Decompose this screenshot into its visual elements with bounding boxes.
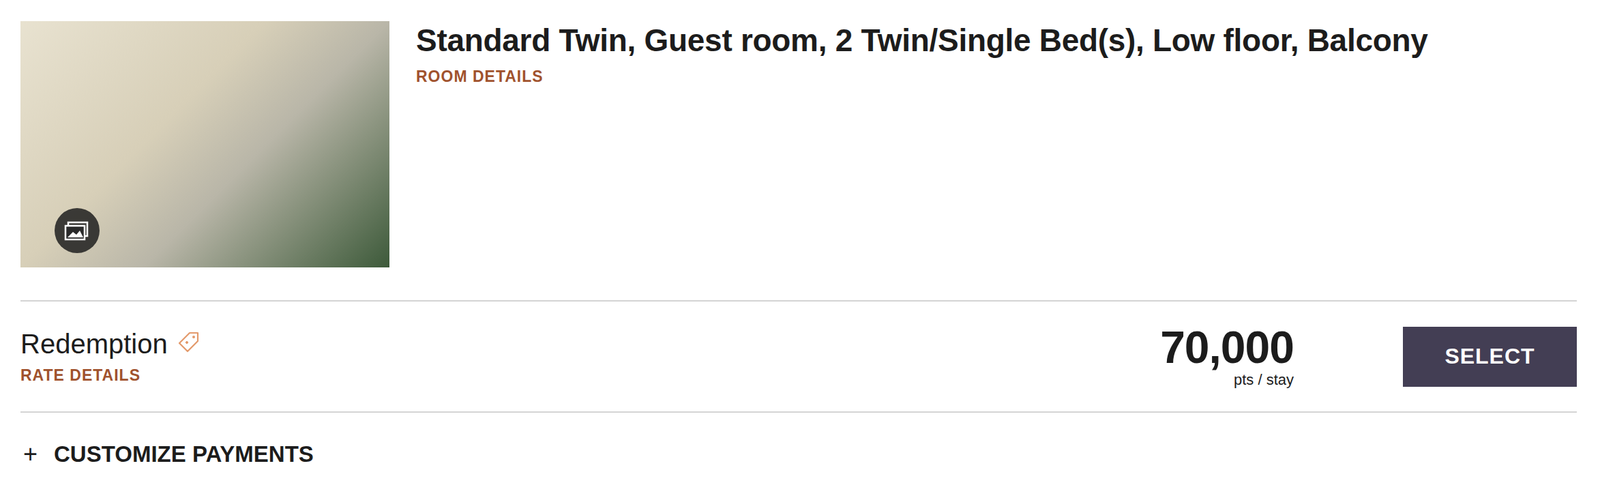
- price-unit: pts / stay: [1233, 371, 1294, 389]
- rate-details-link[interactable]: RATE DETAILS: [20, 366, 1161, 385]
- rate-name: Redemption: [20, 328, 168, 360]
- price-amount: 70,000: [1160, 323, 1294, 372]
- customize-payments[interactable]: + CUSTOMIZE PAYMENTS: [20, 412, 1577, 469]
- rate-row: Redemption RATE DETAILS70,000pts / stay SE…: [20, 301, 1577, 412]
- rate-name-row: Redemption: [20, 328, 1161, 360]
- tag-icon: [177, 328, 201, 360]
- room-card: Standard Twin, Guest room, 2 Twin/Single…: [0, 0, 1600, 469]
- customize-label[interactable]: CUSTOMIZE PAYMENTS: [53, 441, 314, 468]
- select-button[interactable]: SELECT: [1402, 326, 1577, 387]
- room-title: Standard Twin, Guest room, 2 Twin/Single…: [416, 21, 1429, 61]
- room-header: Standard Twin, Guest room, 2 Twin/Single…: [20, 21, 1577, 268]
- divider: [20, 300, 1577, 302]
- rate-info: Redemption RATE DETAILS: [20, 328, 1161, 385]
- room-info: Standard Twin, Guest room, 2 Twin/Single…: [416, 21, 1429, 86]
- room-photo[interactable]: [20, 21, 390, 268]
- price: 70,000pts / stay: [1160, 323, 1294, 389]
- gallery-icon[interactable]: [54, 208, 100, 254]
- expand-icon[interactable]: +: [23, 439, 38, 469]
- divider: [20, 411, 1577, 413]
- room-details-link[interactable]: ROOM DETAILS: [416, 67, 1429, 86]
